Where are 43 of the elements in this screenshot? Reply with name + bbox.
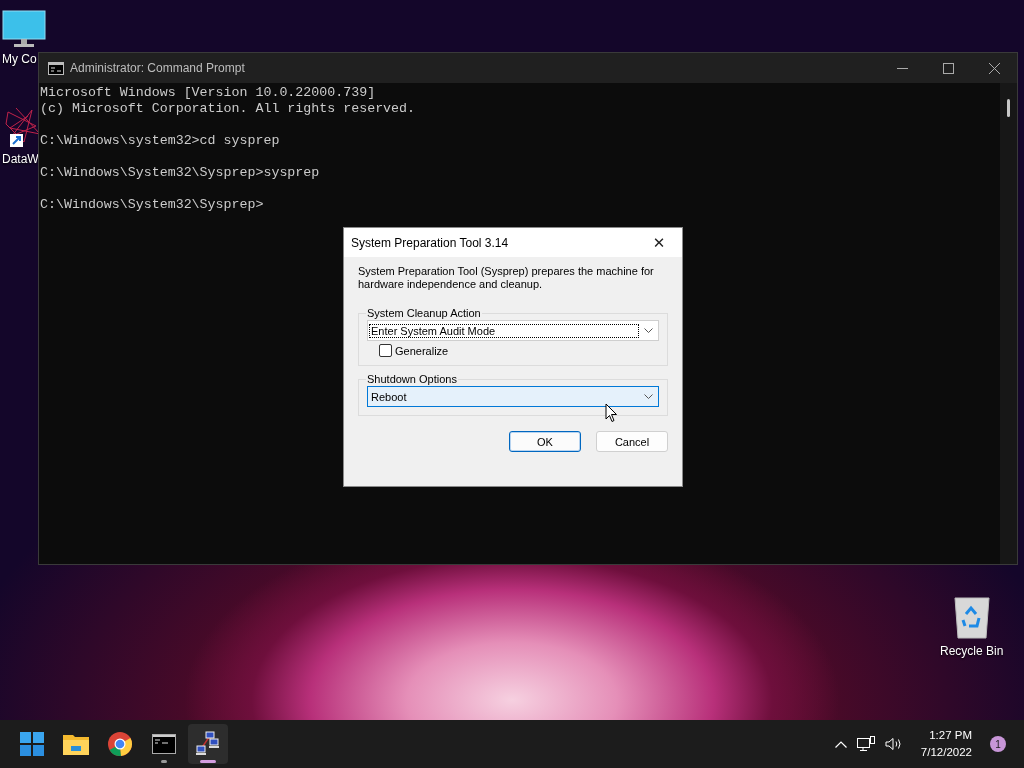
network-computers-icon: [195, 731, 221, 757]
chevron-up-icon[interactable]: [834, 740, 847, 748]
terminal-icon: [152, 734, 176, 754]
chevron-down-icon: [643, 328, 653, 333]
folder-icon: [63, 733, 89, 755]
chevron-down-icon: [643, 394, 653, 399]
desktop-icon-label[interactable]: Recycle Bin: [940, 644, 1004, 658]
dialog-title: System Preparation Tool 3.14: [351, 235, 509, 250]
date-text: 7/12/2022: [920, 745, 972, 760]
group-label: Shutdown Options: [366, 373, 458, 385]
console-line: C:\Windows\System32\Sysprep>sysprep: [40, 165, 321, 181]
maximize-icon: [942, 62, 954, 74]
browser-icon: [108, 732, 132, 756]
dialog-button[interactable]: Cancel: [596, 431, 668, 452]
group-label: System Cleanup Action: [366, 307, 482, 319]
clock[interactable]: 1:27 PM 7/12/2022: [920, 727, 972, 761]
speaker-icon[interactable]: [884, 737, 903, 751]
dropdown[interactable]: Reboot: [367, 386, 659, 407]
dropdown[interactable]: Enter System Audit Mode: [367, 320, 659, 341]
scrollbar[interactable]: [1000, 83, 1017, 564]
description-text: System Preparation Tool (Sysprep) prepares the machine for hardware independence and cleanup.: [358, 265, 655, 291]
notification-badge[interactable]: 1: [990, 736, 1006, 752]
minimize-icon: [896, 67, 908, 69]
close-button[interactable]: ✕: [636, 228, 682, 257]
console-icon: [48, 61, 64, 75]
desktop-icon-label[interactable]: DataW: [2, 152, 39, 166]
console-line: (c) Microsoft Corporation. All rights reserved.: [40, 101, 417, 117]
taskbar-app-button[interactable]: [188, 724, 228, 764]
monitor-icon: [2, 10, 46, 48]
console-line: C:\Windows\system32>cd sysprep: [40, 133, 281, 149]
network-icon[interactable]: [856, 736, 875, 752]
dialog-button[interactable]: OK: [509, 431, 581, 452]
close-icon: [988, 62, 1000, 74]
time-text: 1:27 PM: [929, 728, 972, 743]
window-title: Administrator: Command Prompt: [70, 61, 245, 75]
desktop-icon-label[interactable]: My Co: [2, 52, 37, 66]
windows-logo-icon: [20, 732, 44, 756]
checkbox-label[interactable]: Generalize: [395, 344, 449, 357]
checkbox[interactable]: [379, 344, 392, 357]
mouse-cursor-icon: [605, 403, 618, 423]
console-line: C:\Windows\System32\Sysprep>: [40, 197, 265, 213]
recycle-bin-icon: [952, 596, 991, 640]
console-line: Microsoft Windows [Version 10.0.22000.739]: [40, 85, 377, 101]
